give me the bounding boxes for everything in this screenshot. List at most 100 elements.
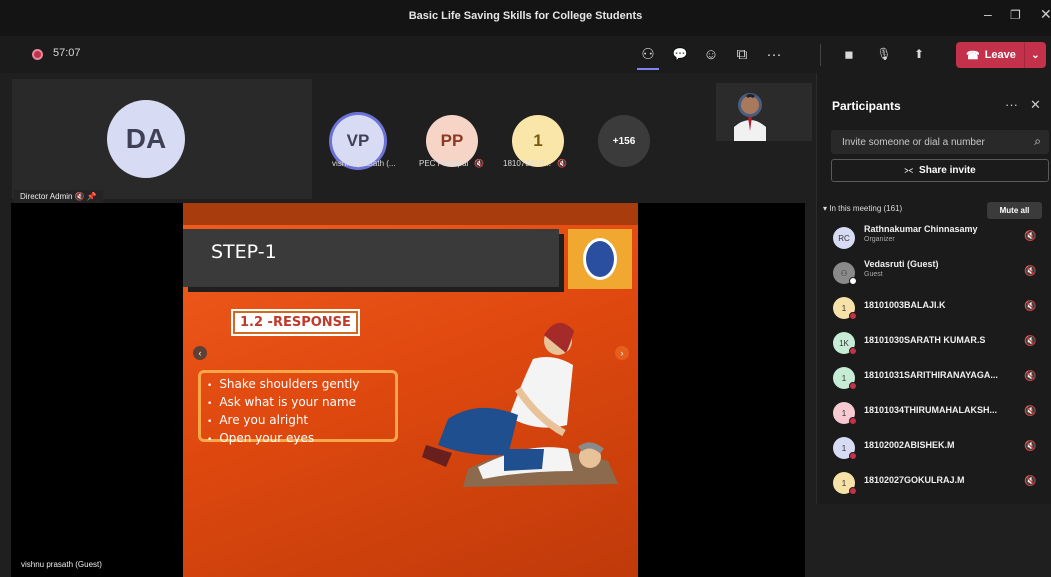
participant-row[interactable]: 1 18101034THIRUMAHALAKSH... 🔇 <box>817 396 1051 430</box>
breakout-rooms-icon[interactable]: ⧉ <box>728 42 756 66</box>
avatar-initials: ⚇ <box>840 268 848 278</box>
participant-row[interactable]: 1 18101003BALAJI.K 🔇 <box>817 291 1051 325</box>
participant-role: Guest <box>864 271 883 278</box>
window-title: Basic Life Saving Skills for College Stu… <box>408 10 643 22</box>
avatar-initials: 1 <box>841 408 847 418</box>
participant-row[interactable]: 1 18102027GOKULRAJ.M 🔇 <box>817 466 1051 500</box>
share-screen-icon[interactable]: ⬆ <box>905 42 933 66</box>
mic-off-icon[interactable]: 🔇 <box>1024 371 1036 382</box>
section-label: In this meeting (161) <box>829 204 903 213</box>
avatar: 1 <box>833 367 857 390</box>
reactions-icon[interactable]: ☺ <box>697 42 725 66</box>
slide-bullet: Ask what is your name <box>207 394 389 412</box>
in-meeting-section-toggle[interactable]: ▾ In this meeting (161) <box>823 204 902 213</box>
mic-off-icon[interactable]: 🔇 <box>1024 231 1036 242</box>
gallery-name-label: 18107048R... 🔇 <box>503 159 567 168</box>
status-dot-icon <box>849 347 857 355</box>
camera-off-icon[interactable]: ◼ <box>835 42 863 66</box>
avatar: DA <box>107 100 185 178</box>
search-icon: ⌕ <box>1034 134 1041 148</box>
participant-name: 18101031SARITHIRANAYAGA... <box>864 370 998 380</box>
avatar-initials: 1K <box>839 338 849 348</box>
participants-panel: Participants ··· ✕ ⌕ ⪥ Share invite ▾ In… <box>816 73 1051 504</box>
mic-off-icon[interactable]: 🎙 <box>870 42 898 66</box>
avatar: 1 <box>833 437 857 460</box>
avatar: ⚇ <box>833 262 857 285</box>
gallery-avatar[interactable]: +156 <box>598 115 650 167</box>
participant-row[interactable]: 1K 18101030SARATH KUMAR.S 🔇 <box>817 326 1051 360</box>
status-dot-icon <box>849 452 857 460</box>
meeting-timer: 57:07 <box>53 47 81 59</box>
slide-subtitle: 1.2 -RESPONSE <box>231 309 360 336</box>
gallery-name-label: vishnu prasath (... <box>332 159 396 168</box>
minimize-icon[interactable]: – <box>984 6 992 22</box>
participant-row[interactable]: RC Rathnakumar Chinnasamy Organizer 🔇 <box>817 221 1051 255</box>
status-dot-icon <box>849 487 857 495</box>
leave-label: Leave <box>984 49 1016 61</box>
gallery-name-label: PEC Principal 🔇 <box>419 159 484 168</box>
participant-name: Vedasruti (Guest) <box>864 259 939 269</box>
slide-bullet: Are you alright <box>207 412 389 430</box>
mic-off-icon[interactable]: 🔇 <box>1024 476 1036 487</box>
share-invite-label: Share invite <box>919 165 976 176</box>
tile-name: Director Admin <box>20 192 73 201</box>
more-options-icon[interactable]: ··· <box>1005 97 1018 112</box>
mute-all-button[interactable]: Mute all <box>987 202 1042 219</box>
avatar-initials: 1 <box>841 478 847 488</box>
participant-row[interactable]: ⚇ Vedasruti (Guest) Guest 🔇 <box>817 256 1051 290</box>
avatar-initials: RC <box>838 233 850 243</box>
person-video-icon <box>716 83 812 141</box>
more-actions-icon[interactable]: ··· <box>760 42 788 66</box>
mic-off-icon[interactable]: 🔇 <box>1024 441 1036 452</box>
avatar: 1 <box>833 472 857 495</box>
participant-name: 18101030SARATH KUMAR.S <box>864 335 986 345</box>
gallery-name: 18107048R... <box>503 159 552 168</box>
leave-button[interactable]: ☎ Leave ⌄ <box>956 42 1046 68</box>
share-icon: ⪥ <box>904 165 914 176</box>
college-logo <box>568 229 632 289</box>
maximize-icon[interactable]: ❐ <box>1010 8 1021 22</box>
main-video-tile[interactable]: DA Director Admin 🔇 📌 <box>12 79 312 203</box>
gallery-name: vishnu prasath (... <box>332 159 396 168</box>
panel-title: Participants <box>832 99 901 113</box>
recording-indicator-icon <box>32 49 43 60</box>
avatar: 1 <box>833 402 857 425</box>
mute-icon: 🔇 <box>474 159 485 168</box>
mute-pin-icon: 🔇 📌 <box>74 192 97 201</box>
meeting-stage: DA Director Admin 🔇 📌 VP vishnu prasath (… <box>0 73 816 577</box>
slide-title-bar: STEP-1 <box>183 229 559 287</box>
status-dot-icon <box>849 417 857 425</box>
next-slide-button[interactable]: › <box>615 346 629 360</box>
slide-bullet: Shake shoulders gently <box>207 376 389 394</box>
close-panel-icon[interactable]: ✕ <box>1030 97 1041 113</box>
avatar-initials: 1 <box>841 373 847 383</box>
mic-off-icon[interactable]: 🔇 <box>1024 336 1036 347</box>
mic-off-icon[interactable]: 🔇 <box>1024 301 1036 312</box>
status-dot-icon <box>849 277 857 285</box>
participant-name: 18102027GOKULRAJ.M <box>864 475 965 485</box>
title-bar: Basic Life Saving Skills for College Stu… <box>0 0 1051 36</box>
slide-top-band <box>183 203 638 225</box>
participant-name: 18102002ABISHEK.M <box>864 440 955 450</box>
presentation-slide: STEP-1 1.2 -RESPONSE Shake shoulders gen… <box>183 203 638 577</box>
seal-icon <box>583 238 617 280</box>
chat-icon[interactable]: 💬 <box>666 42 694 66</box>
mic-off-icon[interactable]: 🔇 <box>1024 266 1036 277</box>
participant-name: 18101003BALAJI.K <box>864 300 946 310</box>
invite-field[interactable]: ⌕ <box>831 130 1049 154</box>
invite-input[interactable] <box>831 130 1021 154</box>
participant-name: 18101034THIRUMAHALAKSH... <box>864 405 998 415</box>
participant-role: Organizer <box>864 236 895 243</box>
people-icon[interactable]: ⚇ <box>634 42 662 70</box>
cpr-illustration <box>422 322 618 487</box>
participant-row[interactable]: 1 18102002ABISHEK.M 🔇 <box>817 431 1051 465</box>
gallery-name: PEC Principal <box>419 159 469 168</box>
share-invite-button[interactable]: ⪥ Share invite <box>831 159 1049 182</box>
close-window-icon[interactable]: ✕ <box>1040 6 1051 23</box>
phone-icon: ☎ <box>966 49 980 62</box>
mic-off-icon[interactable]: 🔇 <box>1024 406 1036 417</box>
self-view-camera[interactable] <box>716 83 812 141</box>
chevron-down-icon[interactable]: ⌄ <box>1024 42 1046 68</box>
participant-row[interactable]: 1 18101031SARITHIRANAYAGA... 🔇 <box>817 361 1051 395</box>
previous-slide-button[interactable]: ‹ <box>193 346 207 360</box>
